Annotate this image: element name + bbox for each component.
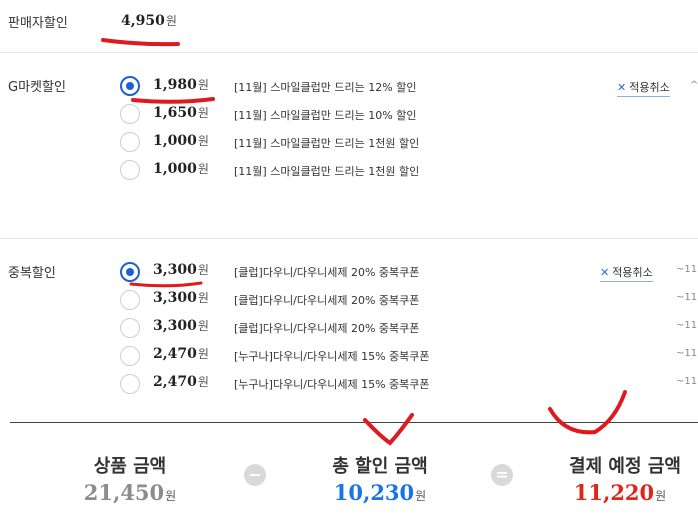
annotation-underline: [131, 97, 215, 104]
annotation-overlay: [101, 38, 627, 446]
annotation-checkmark: [548, 390, 627, 435]
annotation-underline: [129, 281, 203, 288]
annotation-checkmark: [363, 413, 414, 446]
annotation-underline: [101, 38, 180, 47]
